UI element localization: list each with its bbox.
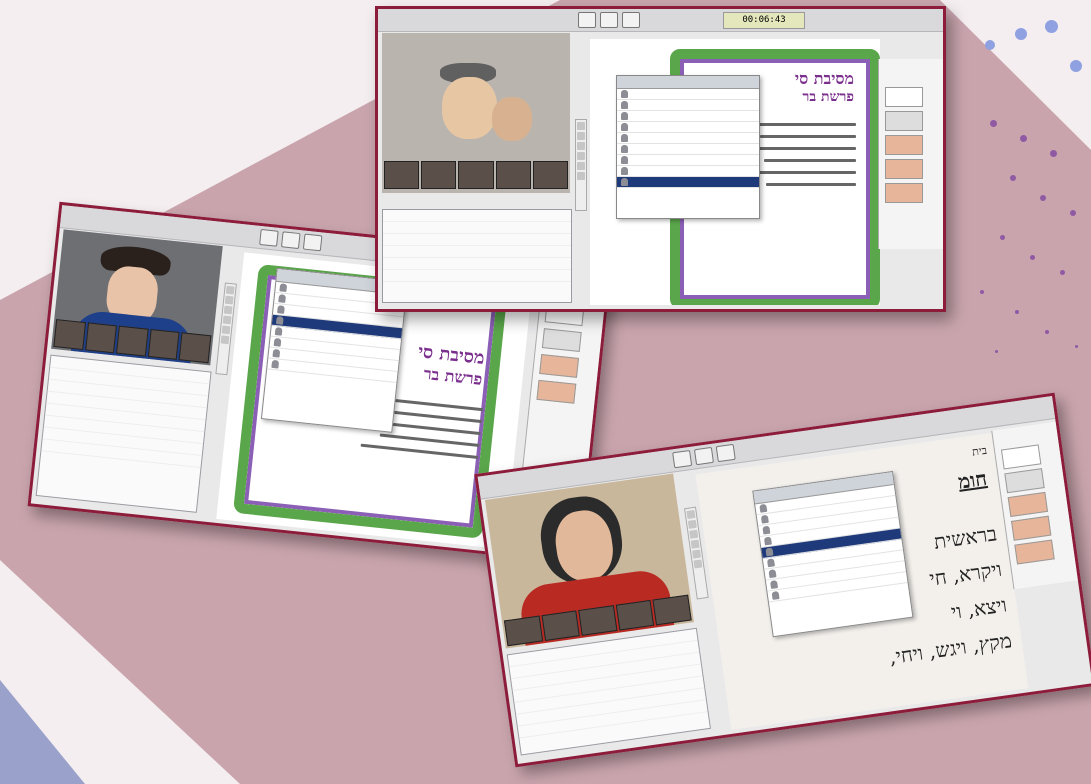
doc-heading: חומ	[956, 466, 989, 494]
doc-line-4: מקץ, ויגש, ויחי,	[887, 628, 1014, 670]
chat-panel	[35, 354, 212, 513]
user-list-panel[interactable]	[616, 75, 760, 219]
pen-tool-icon[interactable]	[225, 285, 235, 295]
drawing-tools[interactable]	[575, 119, 587, 211]
toolbar: 00:06:43	[378, 9, 943, 32]
camera-icon[interactable]	[715, 443, 736, 463]
doc-line-3: ויצא, וי	[949, 592, 1009, 625]
doc-small-label: בית	[971, 443, 988, 459]
webcam-video	[382, 33, 570, 193]
screen-share-icon[interactable]	[578, 12, 596, 28]
whiteboard-icon[interactable]	[280, 231, 301, 250]
pen-tool-icon[interactable]	[686, 509, 696, 519]
pen-tool-icon[interactable]	[577, 122, 585, 130]
slide-title: מסיבת סי	[794, 69, 854, 88]
webcam-video	[484, 473, 694, 649]
chat-panel	[382, 209, 572, 303]
avatar-icon	[279, 283, 288, 292]
chat-panel	[506, 627, 711, 756]
screen-share-icon[interactable]	[672, 449, 693, 469]
slide-subtitle: פרשת בר	[802, 89, 854, 105]
camera-icon[interactable]	[302, 233, 323, 252]
slide-thumbnails[interactable]	[878, 59, 943, 249]
user-list-title	[617, 76, 759, 89]
camera-icon[interactable]	[622, 12, 640, 28]
text-tool-icon[interactable]	[577, 142, 585, 150]
doc-line-1: בראשית	[932, 521, 999, 554]
user-list-panel[interactable]	[752, 470, 914, 638]
avatar-icon	[621, 90, 628, 98]
text-tool-icon[interactable]	[223, 305, 233, 315]
whiteboard-icon[interactable]	[600, 12, 618, 28]
screen-share-icon[interactable]	[259, 228, 279, 247]
doc-line-2: ויקרא, חי	[927, 556, 1004, 591]
text-tool-icon[interactable]	[689, 529, 699, 539]
whiteboard-icon[interactable]	[693, 446, 714, 466]
session-timer: 00:06:43	[723, 12, 805, 29]
avatar-icon	[759, 503, 768, 513]
webcam-video	[51, 229, 223, 366]
screenshot-top: 00:06:43 מסיבת סי פרשת בר	[375, 6, 946, 312]
